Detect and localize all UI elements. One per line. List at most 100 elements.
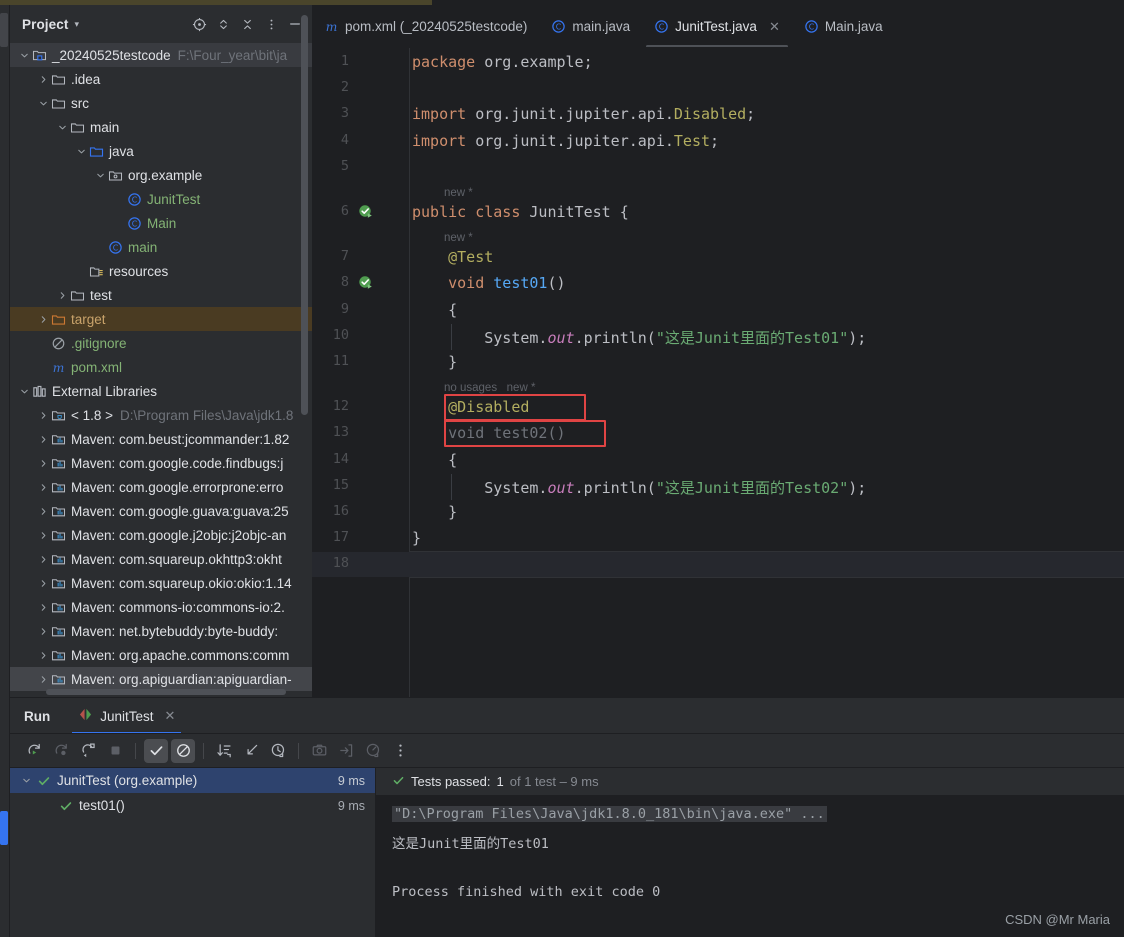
test-result-row[interactable]: JunitTest (org.example) 9 ms (10, 768, 375, 793)
tree-node[interactable]: _20240525testcode F:\Four_year\bit\ja (10, 43, 312, 67)
tree-node[interactable]: Maven: com.google.code.findbugs:j (10, 451, 312, 475)
tree-node[interactable]: java (10, 139, 312, 163)
rail-tab-project[interactable] (0, 13, 8, 47)
editor-tab[interactable]: C JunitTest.java ✕ (642, 5, 792, 48)
code-line[interactable]: } (410, 353, 457, 371)
tree-node[interactable]: .gitignore (10, 331, 312, 355)
tree-node[interactable]: Maven: com.google.guava:guava:25 (10, 499, 312, 523)
tree-node[interactable]: Maven: com.beust:jcommander:1.82 (10, 427, 312, 451)
chevron-right-icon[interactable] (37, 529, 50, 542)
code-line[interactable]: } (410, 529, 421, 547)
tree-node[interactable]: .idea (10, 67, 312, 91)
tree-node[interactable]: Maven: com.squareup.okio:okio:1.14 (10, 571, 312, 595)
code-line[interactable]: package org.example; (410, 53, 593, 71)
code-line[interactable]: import org.junit.jupiter.api.Disabled; (410, 105, 755, 123)
code-line[interactable]: void test02() (410, 424, 565, 442)
editor-code-pane[interactable]: package org.example; import org.junit.jup… (410, 48, 1124, 697)
project-vertical-scrollbar[interactable] (301, 15, 308, 415)
tree-node[interactable]: C Main (10, 211, 312, 235)
chevron-down-icon[interactable] (18, 385, 31, 398)
chevron-right-icon[interactable] (37, 553, 50, 566)
tree-node[interactable]: < 1.8 > D:\Program Files\Java\jdk1.8 (10, 403, 312, 427)
code-line[interactable]: public class JunitTest { (410, 203, 629, 221)
code-line[interactable]: void test01() (410, 274, 565, 292)
chevron-right-icon[interactable] (56, 289, 69, 302)
toggle-auto-test-icon[interactable] (76, 739, 100, 763)
chevron-right-icon[interactable] (37, 577, 50, 590)
chevron-right-icon[interactable] (37, 313, 50, 326)
run-test-gutter-icon[interactable] (358, 204, 374, 220)
editor-tab[interactable]: Cmain.java (539, 5, 642, 48)
chevron-down-icon[interactable] (75, 145, 88, 158)
tree-node[interactable]: target (10, 307, 312, 331)
project-horizontal-scrollbar[interactable] (46, 689, 286, 695)
tree-node[interactable]: m pom.xml (10, 355, 312, 379)
editor-tab[interactable]: m pom.xml (_20240525testcode) (312, 5, 539, 48)
tree-node[interactable]: main (10, 115, 312, 139)
tree-node[interactable]: Maven: com.google.j2objc:j2objc-an (10, 523, 312, 547)
chevron-down-icon[interactable] (37, 97, 50, 110)
test-result-row[interactable]: test01() 9 ms (10, 793, 375, 818)
close-icon[interactable]: ✕ (165, 708, 176, 724)
code-line[interactable]: import org.junit.jupiter.api.Test; (410, 132, 719, 150)
run-tab-junittest[interactable]: JunitTest ✕ (72, 698, 182, 734)
tree-node[interactable]: src (10, 91, 312, 115)
history-icon[interactable] (266, 739, 290, 763)
tree-node[interactable]: test (10, 283, 312, 307)
sort-icon[interactable] (212, 739, 236, 763)
tree-node[interactable]: resources (10, 259, 312, 283)
locate-icon[interactable] (188, 13, 210, 35)
chevron-right-icon[interactable] (37, 601, 50, 614)
tree-node[interactable]: Maven: net.bytebuddy:byte-buddy: (10, 619, 312, 643)
tree-node[interactable]: C JunitTest (10, 187, 312, 211)
editor-tab-bar[interactable]: m pom.xml (_20240525testcode) Cmain.java C J… (312, 5, 1124, 48)
more-options-icon[interactable] (388, 739, 412, 763)
code-line[interactable]: } (410, 503, 457, 521)
code-editor[interactable]: 1 2 3 4 5 6 7 8 9 10 11 12 13 14 15 16 17 18 package org.… (312, 48, 1124, 697)
code-line[interactable]: { (410, 451, 457, 469)
chevron-down-icon[interactable] (20, 774, 33, 787)
show-ignored-icon[interactable] (171, 738, 195, 763)
chevron-down-icon[interactable] (56, 121, 69, 134)
chevron-down-icon[interactable]: ▾ (74, 19, 79, 30)
code-line[interactable]: System.out.println("这是Junit里面的Test02"); (410, 477, 866, 498)
chevron-right-icon[interactable] (37, 649, 50, 662)
tree-node[interactable]: Maven: com.squareup.okhttp3:okht (10, 547, 312, 571)
tree-node[interactable]: Maven: com.google.errorprone:erro (10, 475, 312, 499)
chevron-right-icon[interactable] (37, 73, 50, 86)
chevron-right-icon[interactable] (37, 409, 50, 422)
tree-node[interactable]: Maven: org.apiguardian:apiguardian- (10, 667, 312, 691)
code-line[interactable]: @Test (410, 248, 493, 266)
tree-node[interactable]: Cmain (10, 235, 312, 259)
tree-node[interactable]: Maven: org.apache.commons:comm (10, 643, 312, 667)
chevron-down-icon[interactable] (94, 169, 107, 182)
run-toolbar[interactable] (10, 734, 1124, 768)
close-icon[interactable]: ✕ (769, 19, 780, 35)
rerun-icon[interactable] (22, 739, 46, 763)
tree-node[interactable]: org.example (10, 163, 312, 187)
expand-collapse-icon[interactable] (212, 13, 234, 35)
collapse-all-icon[interactable] (236, 13, 258, 35)
tree-node[interactable]: External Libraries (10, 379, 312, 403)
project-tree[interactable]: _20240525testcode F:\Four_year\bit\ja .ide… (10, 43, 312, 697)
chevron-right-icon[interactable] (37, 673, 50, 686)
chevron-right-icon[interactable] (37, 625, 50, 638)
test-results-tree[interactable]: JunitTest (org.example) 9 ms test01() 9 ms (10, 768, 376, 937)
chevron-right-icon[interactable] (37, 433, 50, 446)
editor-gutter[interactable]: 1 2 3 4 5 6 7 8 9 10 11 12 13 14 15 16 17 18 (312, 48, 410, 697)
code-line[interactable]: @Disabled (410, 398, 529, 416)
chevron-down-icon[interactable] (18, 49, 31, 62)
editor-tab[interactable]: C Main.java (792, 5, 895, 48)
run-test-gutter-icon[interactable] (358, 275, 374, 291)
code-token: ); (848, 478, 867, 497)
chevron-right-icon[interactable] (37, 505, 50, 518)
tree-node[interactable]: Maven: commons-io:commons-io:2. (10, 595, 312, 619)
chevron-right-icon[interactable] (37, 481, 50, 494)
code-line[interactable]: { (410, 301, 457, 319)
rail-tab-run[interactable] (0, 811, 8, 845)
more-options-icon[interactable] (260, 13, 282, 35)
expand-collapse-icon[interactable] (239, 739, 263, 763)
chevron-right-icon[interactable] (37, 457, 50, 470)
code-line[interactable]: System.out.println("这是Junit里面的Test01"); (410, 327, 866, 348)
show-passed-icon[interactable] (144, 738, 168, 763)
